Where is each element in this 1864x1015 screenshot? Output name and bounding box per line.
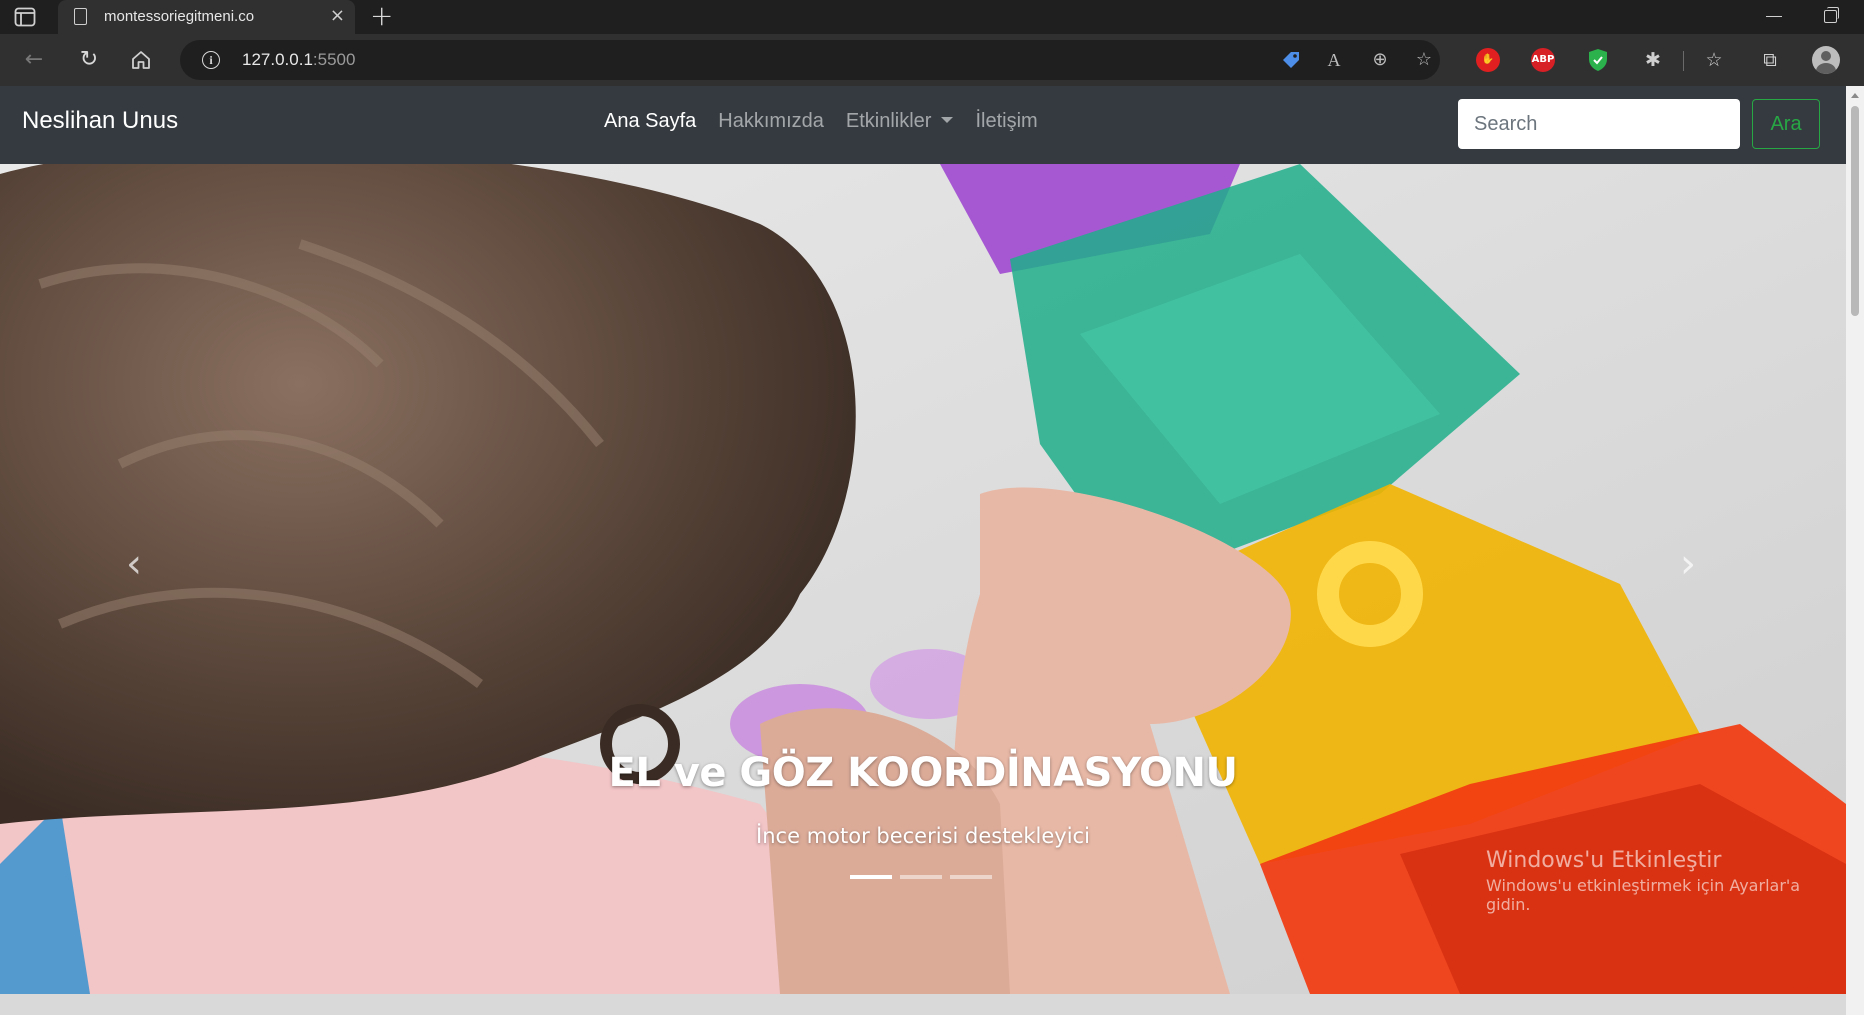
- tab-actions-icon[interactable]: [14, 7, 36, 27]
- carousel-prev-icon[interactable]: ‹: [126, 544, 142, 584]
- adblock-plus-icon[interactable]: ABP: [1531, 48, 1555, 72]
- profile-avatar[interactable]: [1812, 46, 1840, 74]
- carousel-caption-text: İnce motor becerisi destekleyici: [756, 824, 1090, 848]
- search-button[interactable]: Ara: [1752, 99, 1820, 149]
- shield-icon[interactable]: [1587, 48, 1609, 72]
- zoom-icon[interactable]: ⊕: [1369, 49, 1391, 71]
- site-navbar: Neslihan Unus Ana Sayfa Hakkımızda Etkin…: [0, 86, 1846, 164]
- page-scrollbar[interactable]: [1846, 86, 1864, 1015]
- carousel-caption-title: EL ve GÖZ KOORDİNASYONU: [608, 750, 1238, 796]
- page-viewport: Neslihan Unus Ana Sayfa Hakkımızda Etkin…: [0, 86, 1846, 1015]
- windows-activation-subtitle: Windows'u etkinleştirmek için Ayarlar'a …: [1486, 876, 1801, 914]
- url-text: 127.0.0.1:5500: [242, 50, 356, 69]
- collections-icon[interactable]: ⧉: [1758, 48, 1782, 72]
- new-tab-button[interactable]: +: [370, 2, 393, 30]
- nav-link-contact[interactable]: İletişim: [975, 110, 1037, 133]
- nav-link-about[interactable]: Hakkımızda: [718, 110, 824, 133]
- back-icon[interactable]: ←: [20, 46, 48, 74]
- nav-links: Ana Sayfa Hakkımızda Etkinlikler İletişi…: [604, 110, 1060, 133]
- extensions-icon[interactable]: ✱: [1641, 48, 1665, 72]
- caret-down-icon: [941, 117, 954, 123]
- scroll-up-icon[interactable]: [1851, 93, 1859, 98]
- nav-link-home[interactable]: Ana Sayfa: [604, 110, 696, 133]
- hero-carousel: ‹ › EL ve GÖZ KOORDİNASYONU İnce motor b…: [0, 164, 1846, 994]
- windows-activation-title: Windows'u Etkinleştir: [1486, 848, 1722, 873]
- close-tab-icon[interactable]: ×: [330, 6, 345, 26]
- browser-tab[interactable]: montessoriegitmeni.co ×: [58, 0, 355, 34]
- search-input[interactable]: [1458, 99, 1740, 149]
- address-bar[interactable]: i 127.0.0.1:5500 A ⊕ ☆: [180, 40, 1440, 80]
- extension-hand-icon[interactable]: ✋: [1476, 48, 1500, 72]
- add-favorite-icon[interactable]: ☆: [1413, 49, 1435, 71]
- brand-link[interactable]: Neslihan Unus: [22, 107, 178, 135]
- favorites-icon[interactable]: ☆: [1702, 48, 1726, 72]
- scrollbar-thumb[interactable]: [1851, 106, 1859, 316]
- browser-tab-bar: montessoriegitmeni.co × +: [0, 0, 1864, 34]
- reload-icon[interactable]: ↻: [75, 46, 103, 74]
- carousel-indicator-3[interactable]: [950, 875, 992, 879]
- carousel-indicator-1[interactable]: [850, 875, 892, 879]
- nav-link-activities-label: Etkinlikler: [845, 110, 932, 132]
- site-info-icon[interactable]: i: [202, 51, 220, 69]
- tab-title: montessoriegitmeni.co: [104, 8, 255, 25]
- carousel-indicators: [850, 875, 992, 879]
- browser-toolbar: ← ↻ i 127.0.0.1:5500 A ⊕ ☆ ✋ ABP ✱ ☆ ⧉: [0, 34, 1864, 86]
- read-aloud-icon[interactable]: A: [1323, 49, 1345, 71]
- nav-dropdown-activities[interactable]: Etkinlikler: [846, 110, 954, 133]
- page-icon: [74, 8, 87, 25]
- home-icon[interactable]: [130, 49, 152, 71]
- minimize-icon[interactable]: [1766, 16, 1782, 17]
- carousel-indicator-2[interactable]: [900, 875, 942, 879]
- restore-window-icon[interactable]: [1824, 7, 1839, 23]
- carousel-next-icon[interactable]: ›: [1680, 544, 1696, 584]
- toolbar-divider: [1683, 51, 1684, 71]
- tag-icon[interactable]: [1280, 49, 1302, 71]
